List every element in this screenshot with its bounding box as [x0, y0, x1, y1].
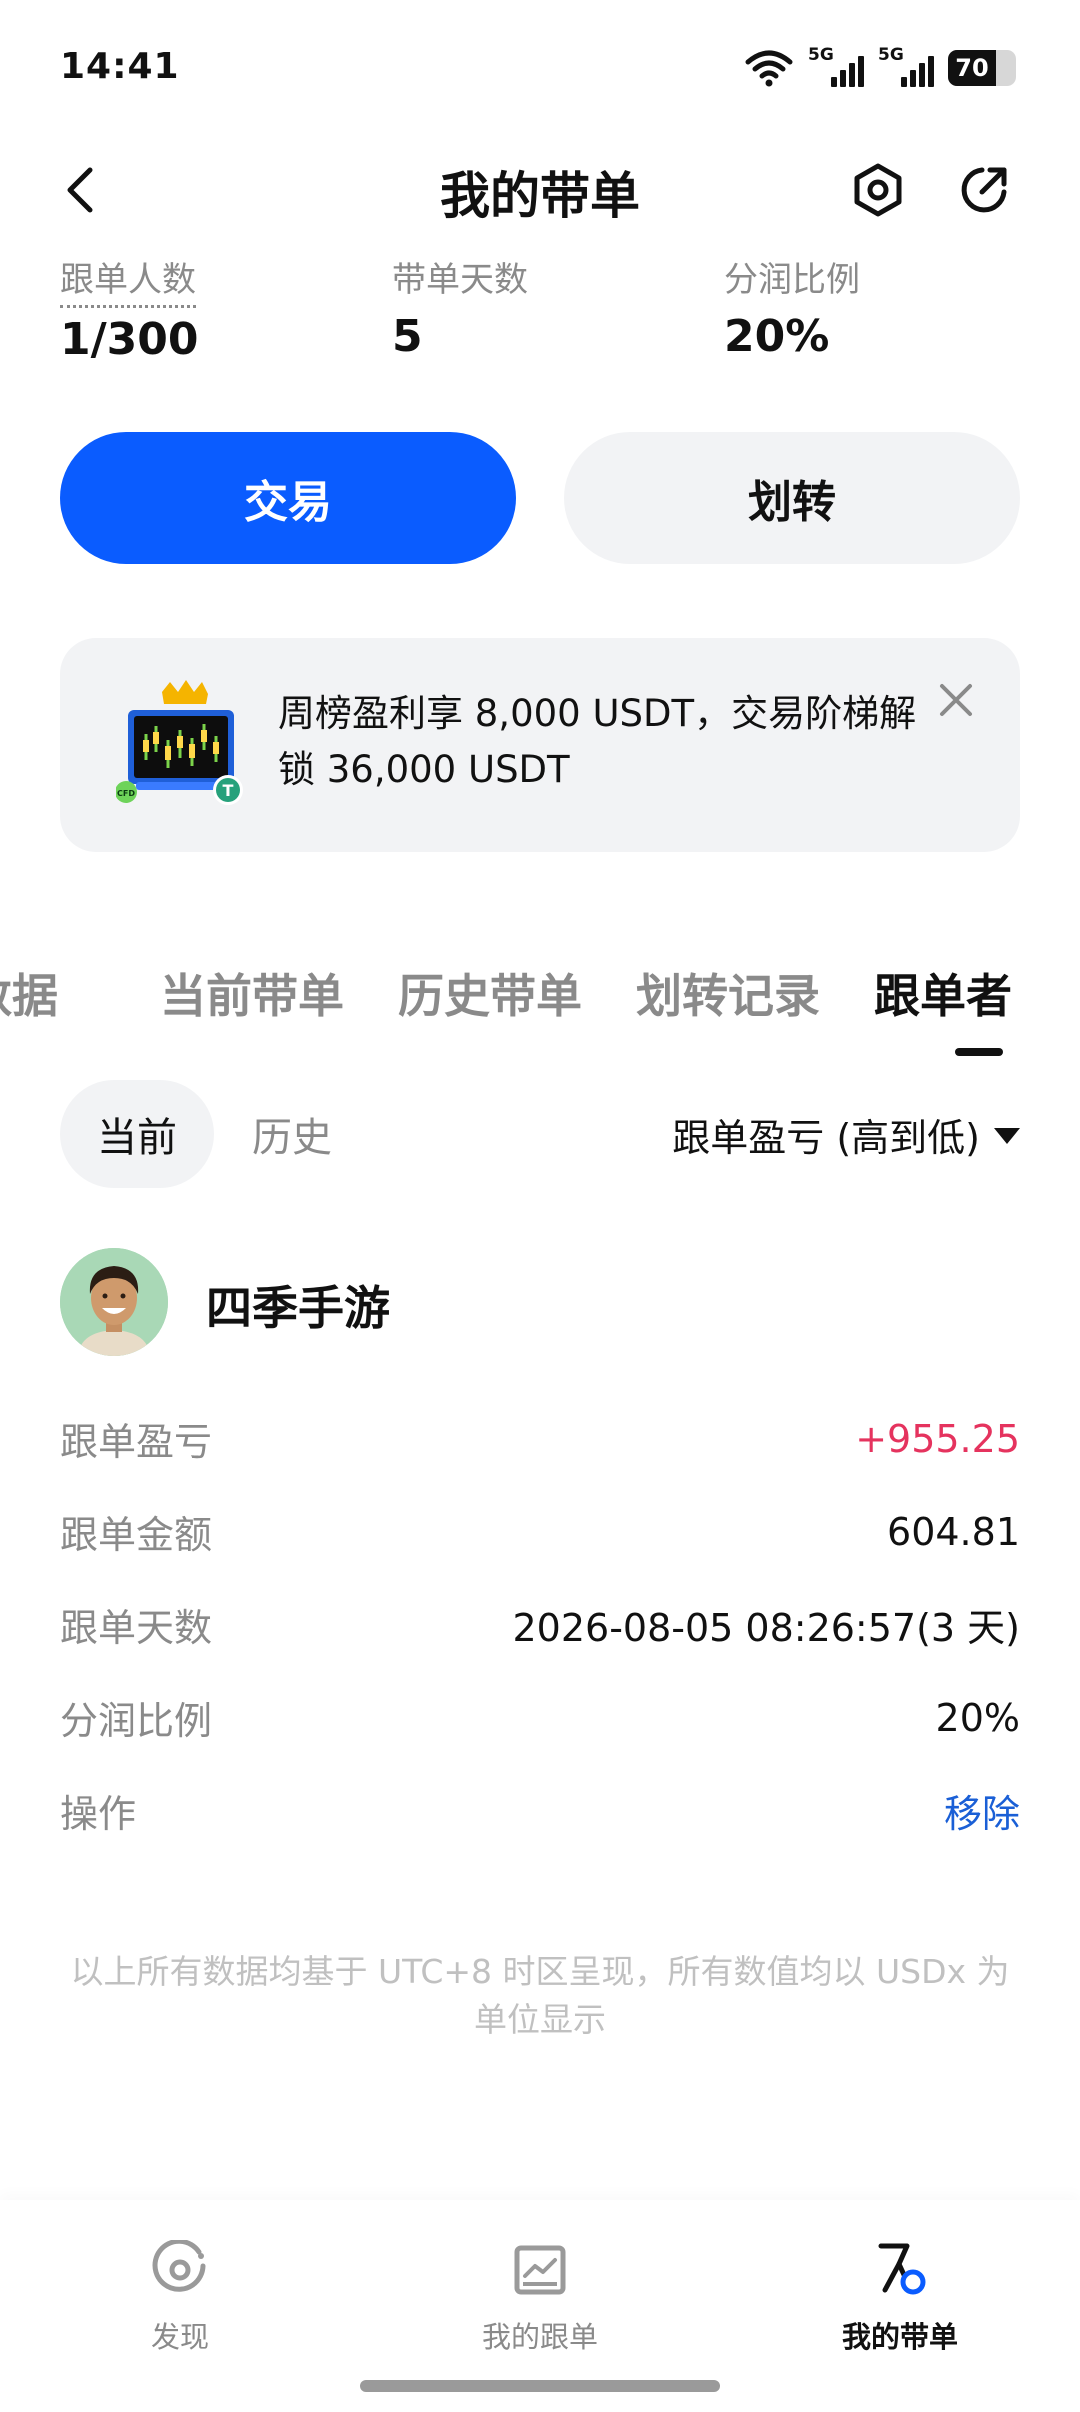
promo-banner[interactable]: CFD T 周榜盈利享 8,000 USDT，交易阶梯解锁 36,000 USD…: [60, 638, 1020, 852]
tab-history-leads[interactable]: 历史带单: [398, 960, 582, 1026]
detail-row: 操作 移除: [60, 1764, 1020, 1857]
banner-text: 周榜盈利享 8,000 USDT，交易阶梯解锁 36,000 USDT: [278, 692, 917, 791]
follower-name[interactable]: 四季手游: [206, 1272, 390, 1338]
home-indicator[interactable]: [360, 2380, 720, 2392]
cfd-badge: CFD: [117, 789, 135, 798]
follow-days-value: 2026-08-05 08:26:57(3 天): [512, 1606, 1021, 1650]
chart-box-icon: [514, 2245, 566, 2295]
stat-label[interactable]: 跟单人数: [60, 252, 196, 308]
battery-level: 70: [955, 54, 989, 82]
nav-label: 发现: [150, 2320, 209, 2354]
timezone-footnote: 以上所有数据均基于 UTC+8 时区呈现，所有数值均以 USDx 为单位显示: [70, 1952, 1010, 2039]
battery-icon: 70: [948, 50, 1016, 86]
sort-label: 跟单盈亏 (高到低): [672, 1115, 980, 1160]
tab-data[interactable]: 数据: [0, 960, 58, 1026]
status-icons: 5G 5G 70: [744, 45, 1016, 90]
wifi-icon: [745, 50, 793, 87]
page-header: 我的带单: [0, 140, 1080, 240]
stat-profit-share: 分润比例 20%: [724, 252, 860, 362]
signal-icon: 5G: [808, 45, 864, 89]
follow-pnl-value: +955.25: [855, 1416, 1020, 1461]
nav-label: 我的跟单: [481, 2320, 598, 2354]
share-icon[interactable]: [952, 158, 1016, 222]
stat-value: 5: [392, 311, 423, 362]
detail-row: 跟单天数 2026-08-05 08:26:57(3 天): [60, 1578, 1020, 1671]
follow-amount-value: 604.81: [887, 1509, 1020, 1554]
lead-stats: 跟单人数 1/300 带单天数 5 分润比例 20%: [60, 252, 1020, 365]
discover-icon: [152, 2240, 206, 2292]
nav-my-follows[interactable]: 我的跟单: [420, 2240, 660, 2356]
tab-followers[interactable]: 跟单者: [874, 960, 1012, 1026]
remove-follower-link[interactable]: 移除: [944, 1783, 1020, 1838]
stat-value: 20%: [724, 311, 830, 362]
network-type-label: 5G: [808, 45, 834, 65]
detail-label: 跟单天数: [60, 1606, 213, 1650]
detail-label: 操作: [60, 1792, 137, 1836]
filter-current[interactable]: 当前: [60, 1080, 214, 1188]
detail-label: 跟单盈亏: [60, 1420, 213, 1464]
stat-value: 1/300: [60, 314, 199, 365]
tether-badge: T: [223, 781, 234, 800]
status-bar: 14:41 5G 5G 70: [0, 0, 1080, 130]
trading-trophy-icon: CFD T: [116, 680, 243, 805]
nav-label: 我的带单: [841, 2320, 958, 2354]
close-icon[interactable]: [932, 676, 980, 724]
follower-details: 跟单盈亏 +955.25 跟单金额 604.81 跟单天数 2026-08-05…: [60, 1392, 1020, 1857]
transfer-button[interactable]: 划转: [564, 432, 1020, 564]
avatar[interactable]: [60, 1248, 168, 1356]
avatar-portrait: [60, 1248, 168, 1356]
stat-followers: 跟单人数 1/300: [60, 252, 199, 365]
caret-down-icon: [994, 1128, 1020, 1144]
settings-hexagon-icon[interactable]: [846, 158, 910, 222]
stat-label: 分润比例: [724, 260, 860, 300]
sort-dropdown[interactable]: 跟单盈亏 (高到低): [672, 1080, 1020, 1188]
detail-label: 分润比例: [60, 1699, 213, 1743]
detail-label: 跟单金额: [60, 1513, 213, 1557]
detail-row: 跟单盈亏 +955.25: [60, 1392, 1020, 1485]
detail-row: 分润比例 20%: [60, 1671, 1020, 1764]
signal-icon: 5G: [878, 45, 934, 89]
filter-history[interactable]: 历史: [236, 1080, 348, 1188]
nav-my-leads[interactable]: 我的带单: [780, 2240, 1020, 2356]
stat-days: 带单天数 5: [392, 252, 528, 362]
nav-discover[interactable]: 发现: [60, 2240, 300, 2356]
status-time: 14:41: [60, 46, 180, 87]
tab-indicator: [955, 1048, 1003, 1056]
page-title: 我的带单: [440, 167, 640, 225]
stat-label: 带单天数: [392, 260, 528, 300]
network-type-label: 5G: [878, 45, 904, 65]
detail-row: 跟单金额 604.81: [60, 1485, 1020, 1578]
profit-share-value: 20%: [935, 1695, 1020, 1740]
lead-trader-icon: [878, 2243, 926, 2295]
tab-transfer-records[interactable]: 划转记录: [636, 960, 820, 1026]
tab-bar: 数据 当前带单 历史带单 划转记录 跟单者: [0, 950, 1080, 1070]
tab-current-leads[interactable]: 当前带单: [160, 960, 344, 1026]
trade-button[interactable]: 交易: [60, 432, 516, 564]
